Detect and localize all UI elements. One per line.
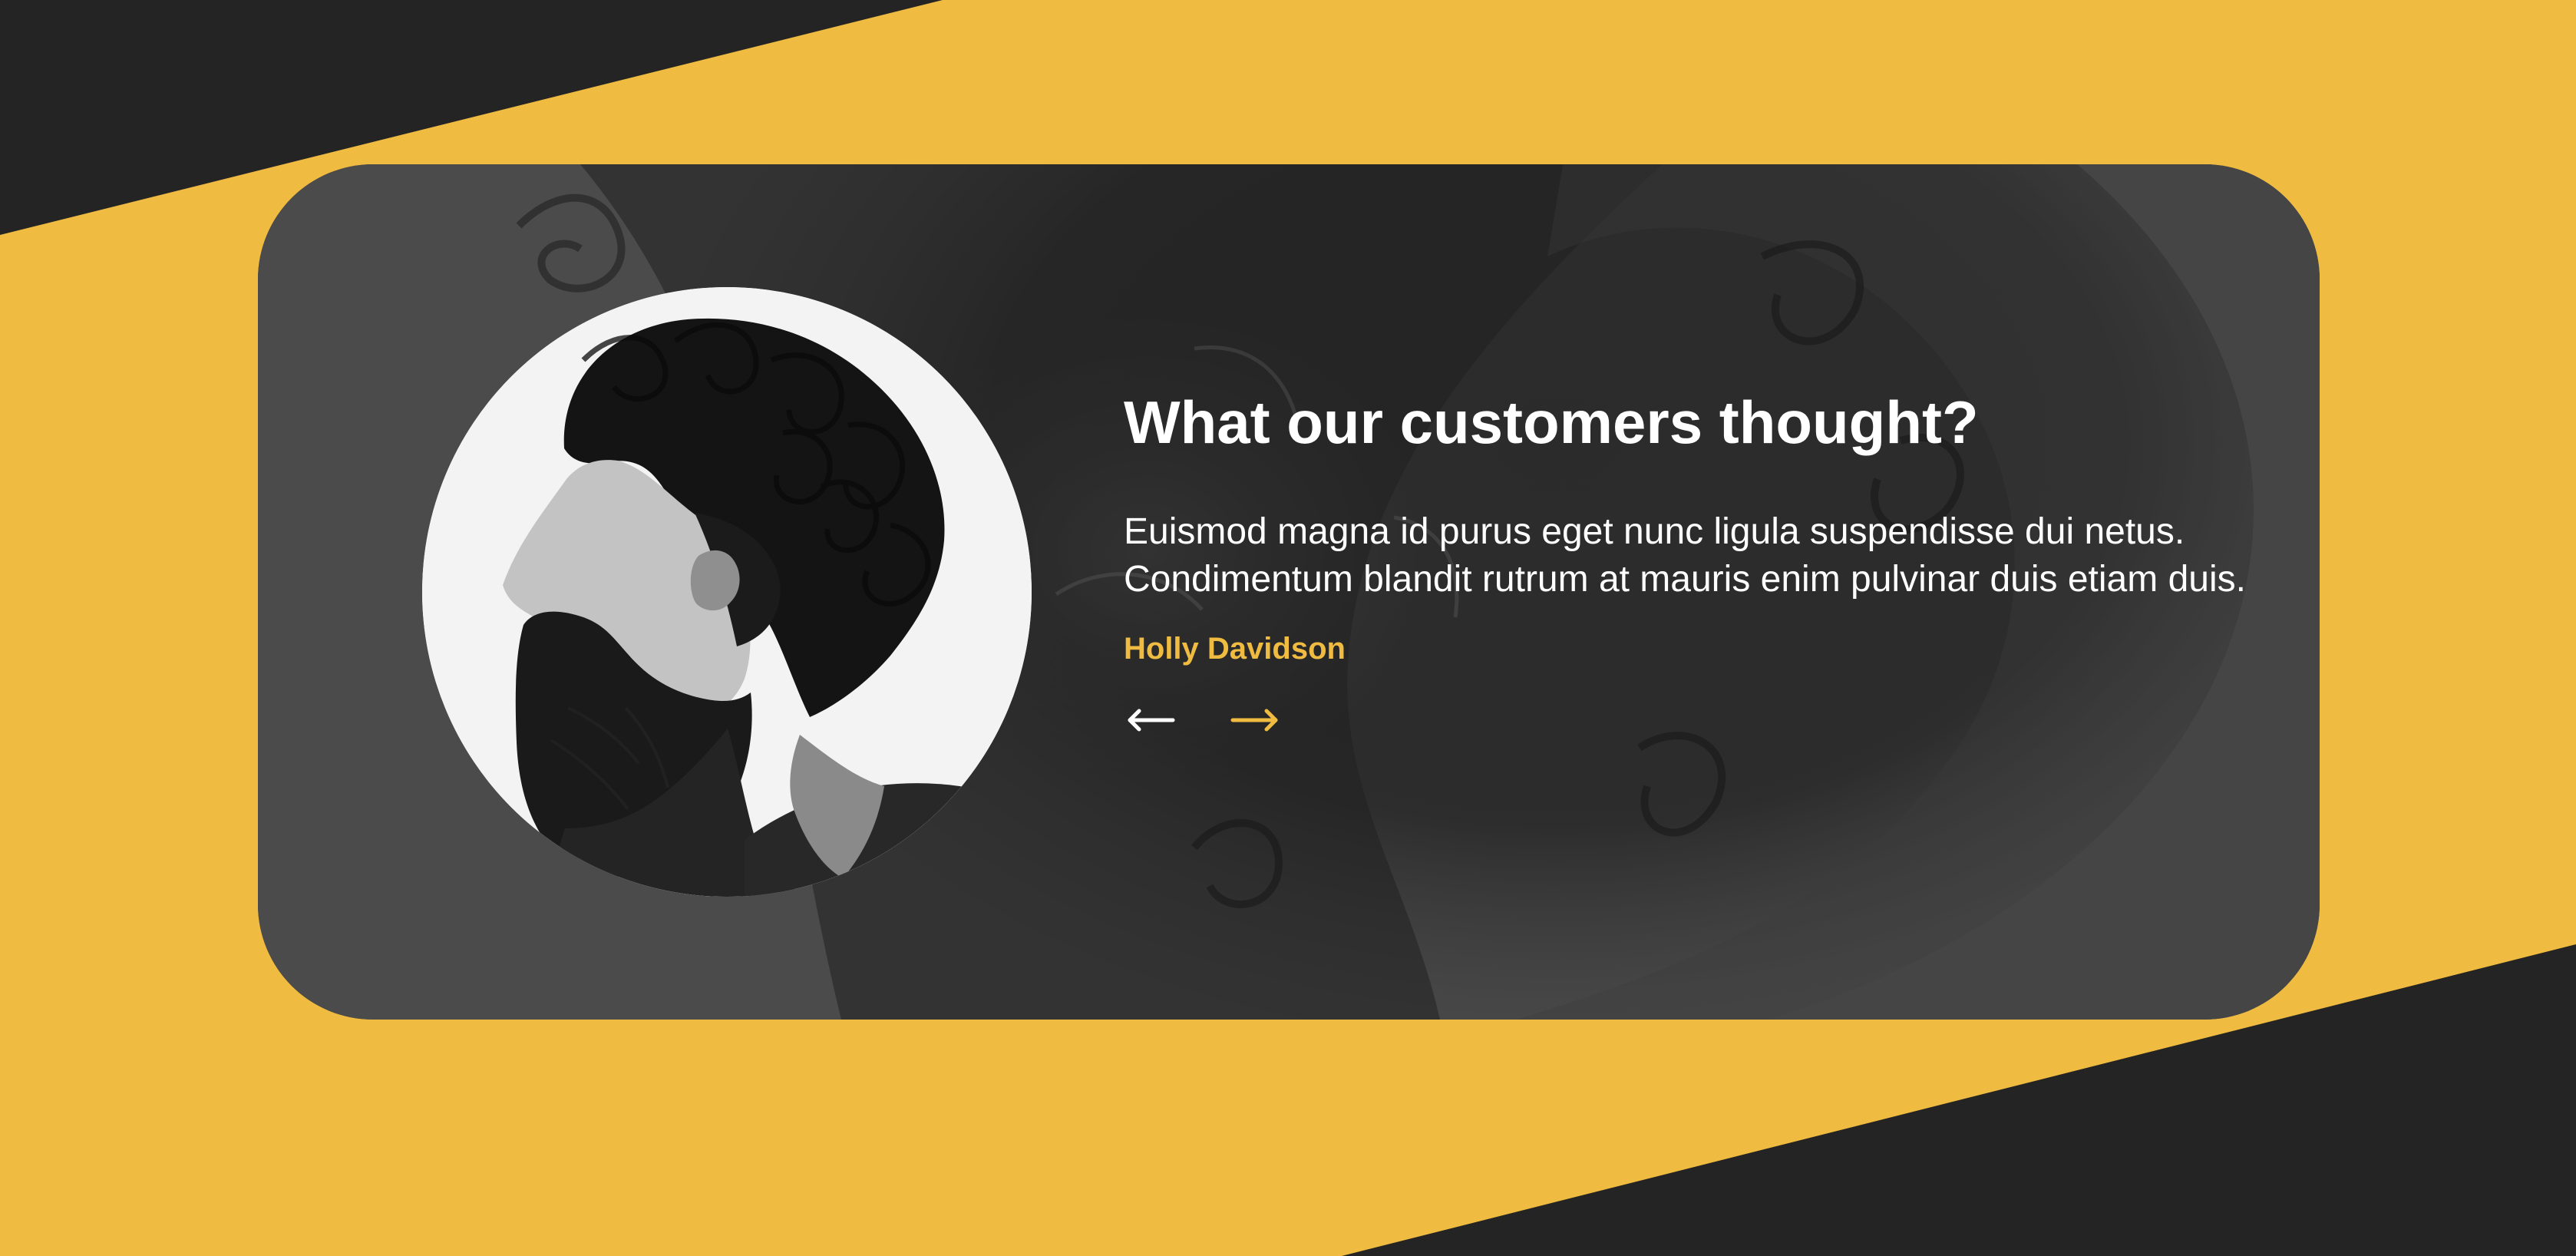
previous-button[interactable]: [1124, 706, 1177, 734]
section-heading: What our customers thought?: [1124, 388, 1979, 456]
testimonial-card: What our customers thought? Euismod magn…: [258, 164, 2320, 1020]
testimonial-navigation: [1124, 706, 2260, 734]
testimonial-quote: Euismod magna id purus eget nunc ligula …: [1124, 511, 2246, 600]
customer-portrait: [422, 287, 1032, 897]
arrow-right-icon: [1230, 709, 1278, 732]
author-name: Holly Davidson: [1124, 632, 1346, 666]
portrait-image: [422, 287, 1032, 897]
arrow-left-icon: [1128, 709, 1175, 732]
testimonial-section: What our customers thought? Euismod magn…: [0, 0, 2576, 1256]
testimonial-content: What our customers thought? Euismod magn…: [1124, 387, 2260, 734]
next-button[interactable]: [1228, 706, 1282, 734]
